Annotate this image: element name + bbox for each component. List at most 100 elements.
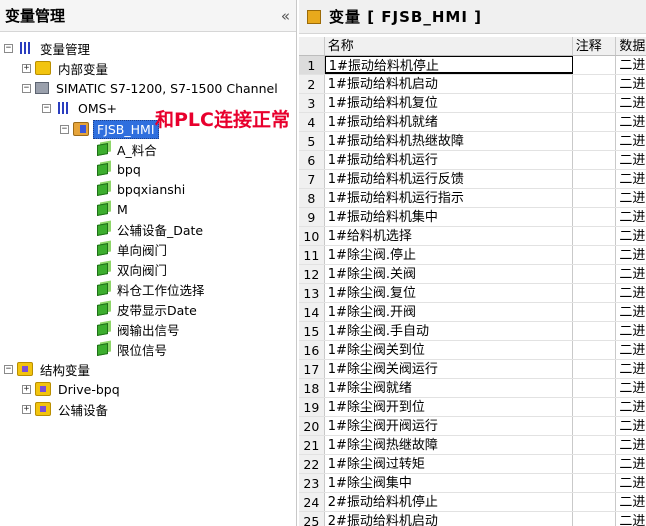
row-number[interactable]: 5 xyxy=(299,132,325,150)
row-number[interactable]: 13 xyxy=(299,284,325,302)
table-row[interactable]: 8 1#振动给料机运行指示 二进 xyxy=(299,189,646,208)
row-number[interactable]: 8 xyxy=(299,189,325,207)
cell-comment[interactable] xyxy=(573,56,617,74)
cell-name[interactable]: 1#除尘阀关到位 xyxy=(325,341,573,359)
collapse-icon[interactable]: − xyxy=(22,83,31,93)
cell-comment[interactable] xyxy=(573,246,617,264)
cell-datatype[interactable]: 二进 xyxy=(616,341,646,359)
cell-comment[interactable] xyxy=(573,512,617,526)
row-number[interactable]: 2 xyxy=(299,75,325,93)
cell-name[interactable]: 1#除尘阀开到位 xyxy=(325,398,573,416)
cell-name[interactable]: 1#除尘阀集中 xyxy=(325,474,573,492)
cell-datatype[interactable]: 二进 xyxy=(616,474,646,492)
tree-node-fjsb-hmi[interactable]: − FJSB_HMI xyxy=(60,119,159,139)
expand-icon[interactable]: + xyxy=(22,404,31,414)
table-row[interactable]: 20 1#除尘阀开阀运行 二进 xyxy=(299,417,646,436)
cell-comment[interactable] xyxy=(573,227,617,245)
cell-datatype[interactable]: 二进 xyxy=(616,75,646,93)
cell-comment[interactable] xyxy=(573,284,617,302)
tree-node-tag[interactable]: 限位信号 xyxy=(94,339,170,359)
cell-comment[interactable] xyxy=(573,113,617,131)
cell-name[interactable]: 1#除尘阀关阀运行 xyxy=(325,360,573,378)
row-number[interactable]: 22 xyxy=(299,455,325,473)
collapse-icon[interactable]: − xyxy=(60,124,69,134)
column-header-comment[interactable]: 注释 xyxy=(573,37,617,55)
column-header-datatype[interactable]: 数据 xyxy=(616,37,646,55)
row-number[interactable]: 1 xyxy=(299,56,325,74)
cell-name[interactable]: 1#除尘阀就绪 xyxy=(325,379,573,397)
table-row[interactable]: 11 1#除尘阀.停止 二进 xyxy=(299,246,646,265)
row-number[interactable]: 24 xyxy=(299,493,325,511)
cell-name[interactable]: 2#振动给料机启动 xyxy=(325,512,573,526)
cell-comment[interactable] xyxy=(573,474,617,492)
cell-datatype[interactable]: 二进 xyxy=(616,189,646,207)
row-number[interactable]: 20 xyxy=(299,417,325,435)
row-number[interactable]: 17 xyxy=(299,360,325,378)
row-number[interactable]: 18 xyxy=(299,379,325,397)
cell-name[interactable]: 1#除尘阀开阀运行 xyxy=(325,417,573,435)
table-row[interactable]: 3 1#振动给料机复位 二进 xyxy=(299,94,646,113)
cell-datatype[interactable]: 二进 xyxy=(616,436,646,454)
row-number[interactable]: 19 xyxy=(299,398,325,416)
cell-datatype[interactable]: 二进 xyxy=(616,512,646,526)
table-row[interactable]: 12 1#除尘阀.关阀 二进 xyxy=(299,265,646,284)
cell-name[interactable]: 1#除尘阀过转矩 xyxy=(325,455,573,473)
cell-datatype[interactable]: 二进 xyxy=(616,151,646,169)
cell-name[interactable]: 1#除尘阀.复位 xyxy=(325,284,573,302)
expand-icon[interactable]: + xyxy=(22,384,31,394)
row-number[interactable]: 11 xyxy=(299,246,325,264)
table-row[interactable]: 21 1#除尘阀热继故障 二进 xyxy=(299,436,646,455)
cell-name[interactable]: 1#振动给料机就绪 xyxy=(325,113,573,131)
cell-name[interactable]: 1#振动给料机启动 xyxy=(325,75,573,93)
row-number[interactable]: 15 xyxy=(299,322,325,340)
table-row[interactable]: 23 1#除尘阀集中 二进 xyxy=(299,474,646,493)
cell-name[interactable]: 1#振动给料机集中 xyxy=(325,208,573,226)
expand-icon[interactable]: + xyxy=(22,63,31,73)
collapse-panel-button[interactable]: « xyxy=(281,7,290,25)
cell-datatype[interactable]: 二进 xyxy=(616,208,646,226)
cell-comment[interactable] xyxy=(573,94,617,112)
cell-name[interactable]: 2#振动给料机停止 xyxy=(325,493,573,511)
table-row[interactable]: 25 2#振动给料机启动 二进 xyxy=(299,512,646,526)
table-row[interactable]: 4 1#振动给料机就绪 二进 xyxy=(299,113,646,132)
cell-comment[interactable] xyxy=(573,303,617,321)
cell-name[interactable]: 1#除尘阀.关阀 xyxy=(325,265,573,283)
cell-name[interactable]: 1#振动给料机热继故障 xyxy=(325,132,573,150)
cell-comment[interactable] xyxy=(573,189,617,207)
cell-name[interactable]: 1#除尘阀热继故障 xyxy=(325,436,573,454)
row-number[interactable]: 16 xyxy=(299,341,325,359)
row-number[interactable]: 4 xyxy=(299,113,325,131)
table-row[interactable]: 9 1#振动给料机集中 二进 xyxy=(299,208,646,227)
tree-node-struct[interactable]: + Drive-bpq xyxy=(22,379,123,399)
tree-node-struct[interactable]: + 公辅设备 xyxy=(22,399,111,419)
cell-name[interactable]: 1#振动给料机复位 xyxy=(325,94,573,112)
cell-name[interactable]: 1#除尘阀.手自动 xyxy=(325,322,573,340)
cell-datatype[interactable]: 二进 xyxy=(616,379,646,397)
cell-datatype[interactable]: 二进 xyxy=(616,113,646,131)
row-number[interactable]: 23 xyxy=(299,474,325,492)
cell-comment[interactable] xyxy=(573,132,617,150)
tree-node-struct-tags[interactable]: − 结构变量 xyxy=(4,359,93,379)
cell-datatype[interactable]: 二进 xyxy=(616,284,646,302)
table-row[interactable]: 19 1#除尘阀开到位 二进 xyxy=(299,398,646,417)
table-row[interactable]: 18 1#除尘阀就绪 二进 xyxy=(299,379,646,398)
row-number[interactable]: 10 xyxy=(299,227,325,245)
tree-node-channel[interactable]: − SIMATIC S7-1200, S7-1500 Channel xyxy=(22,78,281,98)
table-row[interactable]: 15 1#除尘阀.手自动 二进 xyxy=(299,322,646,341)
table-row[interactable]: 13 1#除尘阀.复位 二进 xyxy=(299,284,646,303)
cell-datatype[interactable]: 二进 xyxy=(616,360,646,378)
tree-node-tag[interactable]: 皮带显示Date xyxy=(94,299,200,319)
row-number[interactable]: 25 xyxy=(299,512,325,526)
tree-node-tag[interactable]: bpq xyxy=(94,159,144,179)
cell-comment[interactable] xyxy=(573,493,617,511)
cell-comment[interactable] xyxy=(573,322,617,340)
cell-name[interactable]: 1#振动给料机运行 xyxy=(325,151,573,169)
tree-node-tag[interactable]: 双向阀门 xyxy=(94,259,170,279)
table-row[interactable]: 5 1#振动给料机热继故障 二进 xyxy=(299,132,646,151)
row-number[interactable]: 14 xyxy=(299,303,325,321)
tree-node-connection-oms[interactable]: − OMS+ xyxy=(42,98,120,118)
cell-comment[interactable] xyxy=(573,265,617,283)
cell-comment[interactable] xyxy=(573,151,617,169)
row-number[interactable]: 9 xyxy=(299,208,325,226)
table-row[interactable]: 10 1#给料机选择 二进 xyxy=(299,227,646,246)
